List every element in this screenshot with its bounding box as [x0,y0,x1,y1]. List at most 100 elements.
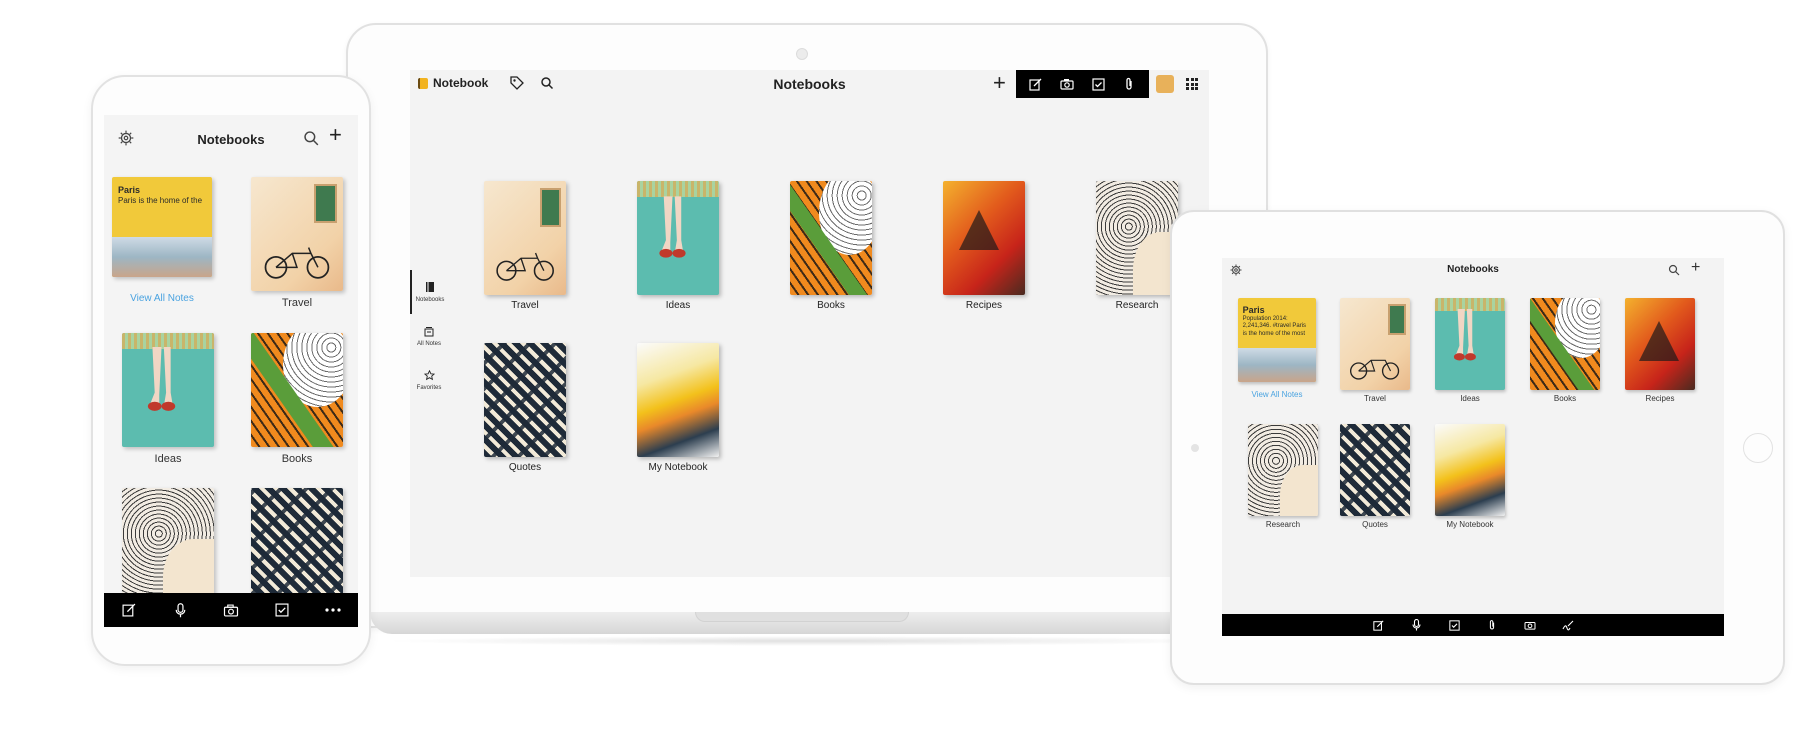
microphone-icon[interactable] [1410,619,1422,631]
notebook-cover [484,343,566,457]
sidebar-item-all-notes[interactable]: All Notes [410,314,448,358]
laptop-screen: Notebook Notebooks + Notebooks All Notes… [410,70,1209,577]
tablet-camera [1191,444,1199,452]
notebook-all-notes[interactable]: Paris Paris is the home of the View All … [112,177,212,304]
note-icon[interactable] [1028,76,1044,92]
notebook-cover [943,181,1025,295]
notebook-label: Travel [1364,394,1386,403]
sidebar-item-notebooks[interactable]: Notebooks [410,270,448,314]
notebook-research[interactable]: Research [1248,424,1318,529]
notebook-label: Books [281,453,313,465]
notebook-ideas[interactable]: Ideas [1435,298,1505,403]
camera-icon[interactable] [1524,619,1536,631]
notebook-ideas[interactable]: Ideas [122,333,214,465]
notebook-quotes[interactable]: Quotes [484,343,566,473]
notebook-ideas[interactable]: Ideas [637,181,719,311]
handwriting-icon[interactable] [1562,619,1574,631]
phone-header: Notebooks + [104,115,358,155]
notebook-label: Quotes [508,462,542,473]
attachment-icon[interactable] [1121,76,1137,92]
notebook-books[interactable]: Books [251,333,343,465]
notebook-travel[interactable]: Travel [251,177,343,309]
plus-icon[interactable]: + [329,124,342,146]
plus-icon[interactable]: + [1691,260,1700,276]
notebook-cover [1340,298,1410,390]
laptop-sidebar: Notebooks All Notes Favorites [410,270,448,402]
view-all-notes-link[interactable]: View All Notes [116,293,208,304]
notebook-label: Quotes [1362,520,1388,529]
sidebar-item-label: Favorites [416,385,442,391]
note-icon[interactable] [121,602,137,618]
page-title: Notebooks [1447,264,1499,275]
checklist-icon[interactable] [1448,619,1460,631]
notebook-icon [424,281,436,293]
view-all-notes-link[interactable]: View All Notes [1242,390,1312,399]
notebook-cover [1435,424,1505,516]
notebook-cover [251,333,343,447]
notebook-cover [1248,424,1318,516]
notebook-travel[interactable]: Travel [484,181,566,311]
notebook-recipes[interactable]: Recipes [943,181,1025,311]
notebook-label: My Notebook [648,462,708,473]
notebook-recipes[interactable]: Recipes [1625,298,1695,403]
note-icon[interactable] [1372,619,1384,631]
star-icon [423,369,435,381]
notebook-label: Research [1115,300,1159,311]
notebook-cover [1340,424,1410,516]
more-icon[interactable] [324,602,341,618]
notebook-my-notebook[interactable]: My Notebook [637,343,719,473]
notebook-cover [1625,298,1695,390]
sidebar-item-label: All Notes [416,341,441,347]
notebook-label: Recipes [1645,394,1675,403]
notebook-books[interactable]: Books [1530,298,1600,403]
notebook-label: Books [817,300,845,311]
notebook-cover [251,177,343,291]
note-preview: Population 2014: 2,241,346. #travel Pari… [1242,315,1307,337]
app-name: Notebook [433,76,489,90]
all-notes-icon [423,325,435,337]
microphone-icon[interactable] [172,602,188,618]
checklist-icon[interactable] [274,602,290,618]
notebook-label: My Notebook [1446,520,1494,529]
sidebar-item-label: Notebooks [415,297,445,303]
notebook-cover: Paris Population 2014: 2,241,346. #trave… [1238,298,1316,382]
sidebar-item-favorites[interactable]: Favorites [410,358,448,402]
laptop-toolbar: Notebook Notebooks + [410,70,1209,98]
tablet-screen: Notebooks + Paris Population 2014: 2,241… [1222,258,1724,636]
app-brand[interactable]: Notebook [418,76,488,90]
notebook-research[interactable]: Research [1096,181,1178,311]
notebook-quotes[interactable] [251,488,343,602]
notebook-cover [484,181,566,295]
attachment-icon[interactable] [1486,619,1498,631]
notebook-cover [1435,298,1505,390]
notebook-all-notes[interactable]: Paris Population 2014: 2,241,346. #trave… [1238,298,1316,399]
notebook-label: Ideas [1460,394,1480,403]
notebook-app-icon [418,77,428,89]
notebook-research[interactable] [122,488,214,602]
search-icon[interactable] [540,76,554,90]
plus-icon[interactable]: + [993,72,1006,94]
tablet-home-button[interactable] [1743,433,1773,463]
checklist-icon[interactable] [1090,76,1106,92]
camera-icon[interactable] [223,602,239,618]
notebook-travel[interactable]: Travel [1340,298,1410,403]
notebook-quotes[interactable]: Quotes [1340,424,1410,529]
notebook-cover: Paris Paris is the home of the [112,177,212,277]
notebook-cover [637,343,719,457]
note-title: Paris [1242,304,1265,315]
search-icon[interactable] [1668,264,1680,276]
tag-icon[interactable] [510,76,524,90]
tablet-bottom-toolbar [1222,614,1724,636]
camera-icon[interactable] [1059,76,1075,92]
notebook-label: Ideas [665,300,691,311]
page-title: Notebooks [197,132,265,147]
notebook-cover [637,181,719,295]
apps-grid-icon[interactable] [1186,78,1198,90]
notebook-books[interactable]: Books [790,181,872,311]
notebook-cover [1530,298,1600,390]
notebook-label: Travel [511,300,539,311]
avatar[interactable] [1156,75,1174,93]
notebook-cover [1096,181,1178,295]
notebook-my-notebook[interactable]: My Notebook [1435,424,1505,529]
search-icon[interactable] [303,130,319,146]
